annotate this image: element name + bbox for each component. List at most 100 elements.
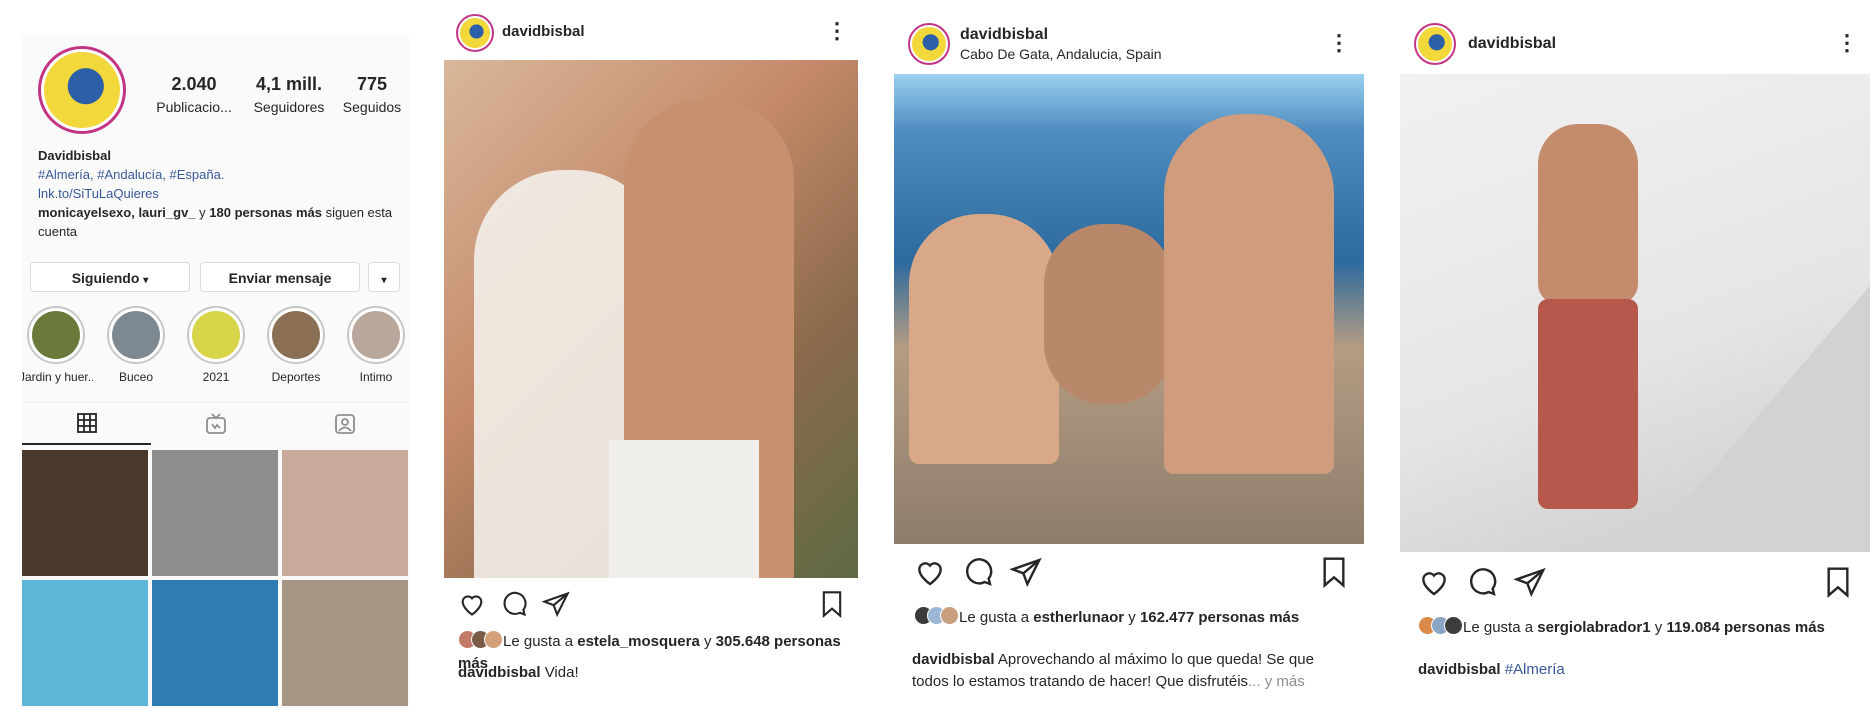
profile-link[interactable]: lnk.to/SiTuLaQuieres — [38, 184, 393, 203]
highlight-intimo[interactable]: Intimo — [339, 306, 409, 384]
highlight-label: Jardin y huer... — [22, 370, 93, 384]
bookmark-icon[interactable] — [1318, 556, 1350, 588]
tab-igtv[interactable] — [151, 403, 280, 445]
likes-line[interactable]: Le gusta a estherlunaor y 162.477 person… — [914, 606, 1334, 630]
post-caption: davidbisbal Vida! — [458, 662, 848, 684]
chevron-down-icon: ▾ — [143, 275, 149, 286]
post-header: davidbisbal ⋮ — [1400, 8, 1870, 68]
post-photo[interactable] — [1400, 74, 1870, 552]
highlight-image — [112, 311, 160, 359]
post-location[interactable]: Cabo De Gata, Andalucia, Spain — [960, 46, 1162, 62]
highlight-jardin[interactable]: Jardin y huer... — [22, 306, 93, 384]
grid-photo-image — [152, 580, 278, 706]
profile-hashtags[interactable]: #Almería, #Andalucía, #España. — [38, 165, 393, 184]
post-card-1: davidbisbal ⋮ Le gusta a estela_mosquera… — [444, 8, 858, 700]
grid-photo[interactable] — [282, 450, 408, 576]
highlight-label: Buceo — [118, 370, 154, 384]
stat-following[interactable]: 775 Seguidos — [332, 74, 409, 115]
share-icon[interactable] — [1010, 556, 1042, 588]
likes-prefix: Le gusta a — [959, 608, 1034, 626]
photo-figure-girl — [1164, 114, 1334, 474]
post-username[interactable]: davidbisbal — [1468, 35, 1556, 53]
post-actions — [914, 556, 1354, 590]
grid-photo[interactable] — [152, 450, 278, 576]
heart-icon[interactable] — [1418, 566, 1450, 598]
highlight-image — [352, 311, 400, 359]
post-caption: davidbisbal Aprovechando al máximo lo qu… — [912, 649, 1352, 693]
heart-icon[interactable] — [458, 590, 486, 618]
liker-avatars — [914, 606, 959, 630]
grid-photo[interactable] — [22, 450, 148, 576]
comment-icon[interactable] — [1466, 566, 1498, 598]
post-card-2: davidbisbal Cabo De Gata, Andalucia, Spa… — [894, 8, 1364, 700]
stat-posts[interactable]: 2.040 Publicacio... — [144, 74, 244, 115]
tab-tagged[interactable] — [280, 403, 409, 445]
message-button-label: Enviar mensaje — [228, 270, 332, 286]
post-header: davidbisbal ⋮ — [444, 8, 858, 68]
post-avatar[interactable] — [1414, 23, 1456, 65]
likes-count[interactable]: 162.477 personas más — [1140, 609, 1299, 626]
more-options-icon[interactable]: ⋮ — [1836, 32, 1858, 54]
post-username[interactable]: davidbisbal — [960, 26, 1048, 44]
highlight-2021[interactable]: 2021 — [179, 306, 253, 384]
post-actions — [458, 590, 848, 624]
post-avatar[interactable] — [908, 23, 950, 65]
igtv-icon — [205, 413, 226, 434]
tab-grid[interactable] — [22, 403, 151, 445]
liker-avatars — [1418, 616, 1463, 640]
profile-name: Davidbisbal — [38, 148, 111, 163]
highlight-cover — [107, 306, 165, 364]
stat-posts-value: 2.040 — [171, 74, 217, 94]
likes-mid: y — [1650, 618, 1667, 636]
likes-line[interactable]: Le gusta a sergiolabrador1 y 119.084 per… — [1418, 616, 1858, 640]
comment-icon[interactable] — [500, 590, 528, 618]
suggestions-button[interactable]: ▾ — [368, 262, 400, 292]
highlight-label: Deportes — [271, 370, 321, 384]
stat-followers[interactable]: 4,1 mill. Seguidores — [244, 74, 334, 115]
caption-username[interactable]: davidbisbal — [912, 651, 995, 668]
highlight-deportes[interactable]: Deportes — [259, 306, 333, 384]
liked-user[interactable]: estherlunaor — [1033, 609, 1124, 626]
liker-avatars — [458, 630, 503, 654]
highlight-image — [272, 311, 320, 359]
stat-followers-label: Seguidores — [253, 99, 325, 115]
following-button[interactable]: Siguiendo ▾ — [30, 262, 190, 292]
stat-following-label: Seguidos — [342, 99, 402, 115]
post-username[interactable]: davidbisbal — [502, 23, 585, 40]
grid-photo-image — [22, 450, 148, 576]
post-avatar[interactable] — [456, 14, 494, 52]
caption-hashtag[interactable]: #Almería — [1505, 661, 1565, 678]
stat-following-value: 775 — [356, 74, 388, 94]
caption-username[interactable]: davidbisbal — [1418, 661, 1501, 678]
likes-count[interactable]: 119.084 personas más — [1666, 619, 1824, 636]
following-button-label: Siguiendo — [71, 270, 140, 286]
share-icon[interactable] — [542, 590, 570, 618]
comment-icon[interactable] — [962, 556, 994, 588]
profile-avatar[interactable] — [38, 46, 126, 134]
highlight-image — [32, 311, 80, 359]
photo-pants — [609, 440, 759, 578]
grid-photo[interactable] — [282, 580, 408, 706]
caption-text: Vida! — [540, 664, 579, 681]
grid-photo[interactable] — [152, 580, 278, 706]
heart-icon[interactable] — [914, 556, 946, 588]
bookmark-icon[interactable] — [818, 590, 846, 618]
liked-user[interactable]: estela_mosquera — [577, 633, 700, 650]
post-photo[interactable] — [444, 60, 858, 578]
message-button[interactable]: Enviar mensaje — [200, 262, 360, 292]
caption-more-link[interactable]: ... y más — [1248, 673, 1305, 690]
likes-mid: y — [699, 632, 716, 650]
share-icon[interactable] — [1514, 566, 1546, 598]
grid-photo[interactable] — [22, 580, 148, 706]
highlight-label: 2021 — [202, 370, 230, 384]
caption-username[interactable]: davidbisbal — [458, 664, 541, 681]
highlight-cover — [267, 306, 325, 364]
more-options-icon[interactable]: ⋮ — [1328, 32, 1350, 54]
followed-by[interactable]: monicayelsexo, lauri_gv_ y 180 personas … — [38, 203, 393, 241]
post-photo[interactable] — [894, 74, 1364, 544]
bookmark-icon[interactable] — [1822, 566, 1854, 598]
photo-figure-child — [909, 214, 1059, 464]
liked-user[interactable]: sergiolabrador1 — [1537, 619, 1650, 636]
highlight-buceo[interactable]: Buceo — [99, 306, 173, 384]
more-options-icon[interactable]: ⋮ — [826, 20, 848, 42]
